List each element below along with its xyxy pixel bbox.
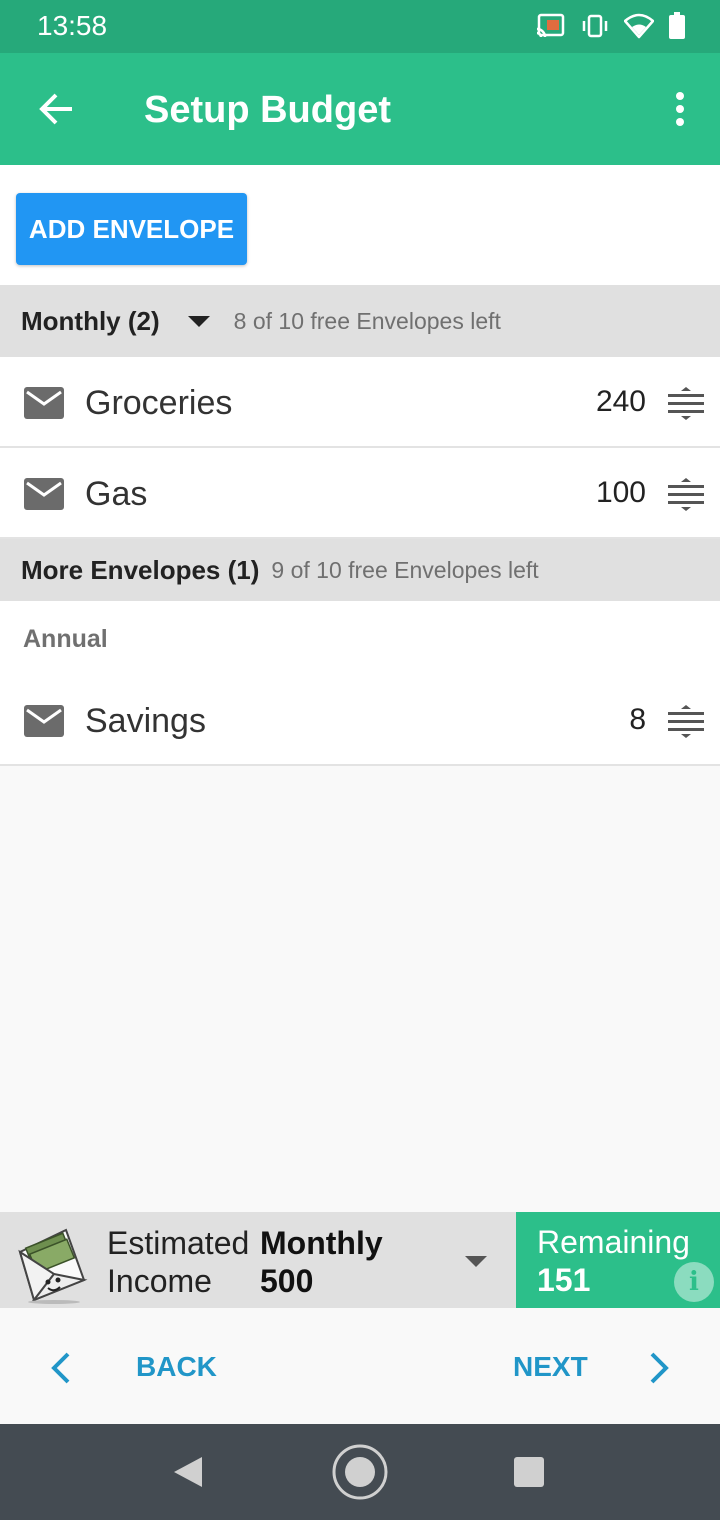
add-envelope-row: ADD ENVELOPE [0, 165, 720, 285]
next-button[interactable]: NEXT [513, 1351, 588, 1383]
system-recents-icon[interactable] [513, 1456, 545, 1493]
estimated-label-line2: Income [107, 1263, 212, 1299]
status-time: 13:58 [37, 10, 108, 41]
battery-icon [668, 12, 686, 45]
add-envelope-button[interactable]: ADD ENVELOPE [16, 193, 247, 265]
drag-handle-icon[interactable] [668, 705, 704, 739]
section-note: 8 of 10 free Envelopes left [233, 307, 501, 334]
chevron-left-icon[interactable] [48, 1351, 72, 1385]
envelope-list: ADD ENVELOPE Monthly (2) 8 of 10 free En… [0, 165, 720, 1212]
drag-handle-icon[interactable] [668, 478, 704, 512]
status-icons [536, 12, 686, 45]
system-back-icon[interactable] [172, 1455, 204, 1494]
page-title: Setup Budget [144, 89, 391, 131]
remaining-label: Remaining [537, 1224, 690, 1260]
arrow-back-icon[interactable] [36, 89, 76, 129]
envelope-amount: 8 [629, 703, 646, 736]
envelope-icon [24, 478, 64, 510]
back-button[interactable]: BACK [136, 1351, 217, 1383]
section-note: 9 of 10 free Envelopes left [271, 556, 539, 583]
estimated-income-label: Estimated Income [107, 1224, 249, 1300]
income-value: 500 [260, 1263, 314, 1299]
income-period: Monthly [260, 1225, 383, 1261]
drag-handle-icon[interactable] [668, 387, 704, 421]
system-navigation-bar [0, 1424, 720, 1520]
chevron-right-icon[interactable] [648, 1351, 672, 1385]
more-vert-icon[interactable] [670, 91, 690, 131]
wizard-navigation: BACK NEXT [0, 1308, 720, 1424]
envelope-row-gas[interactable]: Gas 100 [0, 448, 720, 539]
section-title: Monthly (2) [21, 305, 160, 336]
envelope-amount: 240 [595, 385, 646, 418]
envelope-row-savings[interactable]: Savings 8 [0, 675, 720, 766]
envelope-mascot-icon [14, 1222, 92, 1304]
envelope-name: Groceries [85, 384, 233, 422]
remaining-panel: Remaining 151 i [516, 1212, 720, 1308]
caret-down-icon[interactable] [187, 315, 210, 327]
subheader-annual: Annual [0, 601, 720, 676]
vibrate-icon [580, 13, 610, 44]
envelope-icon [24, 387, 64, 419]
section-header-more-envelopes[interactable]: More Envelopes (1) 9 of 10 free Envelope… [0, 539, 720, 601]
info-icon[interactable]: i [674, 1262, 714, 1302]
subheader-label: Annual [23, 625, 108, 653]
envelope-name: Savings [85, 702, 206, 740]
caret-down-icon[interactable] [465, 1256, 487, 1267]
app-bar: Setup Budget [0, 53, 720, 165]
system-home-icon[interactable] [331, 1443, 389, 1506]
cast-icon [536, 13, 566, 44]
status-bar: 13:58 [0, 0, 720, 53]
envelope-name: Gas [85, 475, 148, 513]
envelope-row-groceries[interactable]: Groceries 240 [0, 357, 720, 448]
income-period-value[interactable]: Monthly 500 [260, 1224, 383, 1300]
envelope-amount: 100 [595, 476, 646, 509]
income-bar: Estimated Income Monthly 500 Remaining 1… [0, 1212, 720, 1308]
wifi-icon [623, 13, 655, 44]
estimated-label-line1: Estimated [107, 1225, 250, 1261]
section-header-monthly[interactable]: Monthly (2) 8 of 10 free Envelopes left [0, 285, 720, 357]
envelope-icon [24, 705, 64, 737]
remaining-value: 151 [537, 1262, 591, 1298]
section-title: More Envelopes (1) [21, 554, 260, 585]
